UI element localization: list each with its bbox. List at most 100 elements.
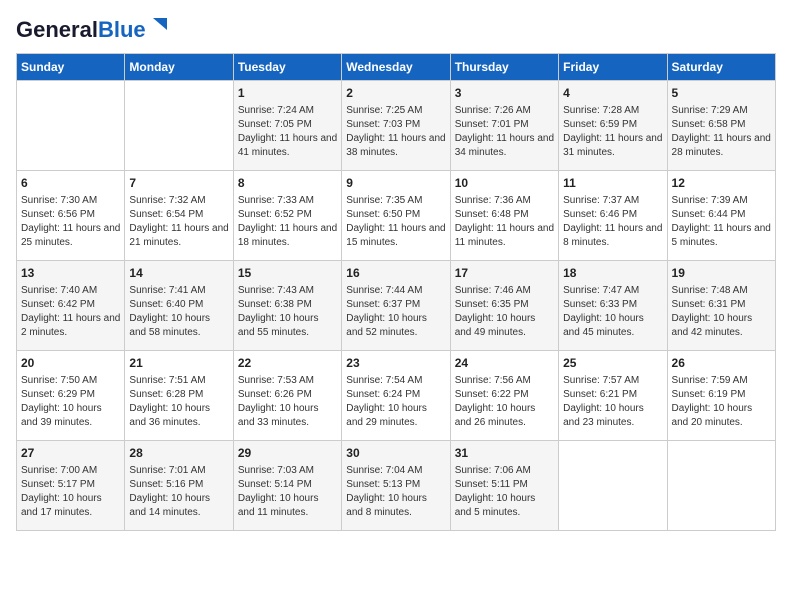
calendar-cell: 3Sunrise: 7:26 AM Sunset: 7:01 PM Daylig… [450, 81, 558, 171]
calendar-cell: 23 Sunrise: 7:54 AM Sunset: 6:24 PM Dayli… [342, 351, 450, 441]
cell-content: Sunrise: 7:00 AM Sunset: 5:17 PM Dayligh… [21, 464, 120, 520]
calendar-week-1: 1 Sunrise: 7:24 AM Sunset: 7:05 PM Daylig… [17, 81, 776, 171]
calendar-cell: 26Sunrise: 7:59 AM Sunset: 6:19 PM Dayli… [667, 351, 775, 441]
calendar-cell: 21Sunrise: 7:51 AM Sunset: 6:28 PM Dayli… [125, 351, 233, 441]
cell-content: Sunrise: 7:24 AM Sunset: 7:05 PM Dayligh… [238, 104, 337, 160]
cell-content: Sunrise: 7:46 AM Sunset: 6:35 PM Dayligh… [455, 284, 554, 340]
cell-content: Sunrise: 7:25 AM Sunset: 7:03 PM Dayligh… [346, 104, 445, 160]
day-number: 27 [21, 445, 120, 462]
calendar-cell: 19 Sunrise: 7:48 AM Sunset: 6:31 PM Dayli… [667, 261, 775, 351]
calendar-cell: 6 Sunrise: 7:30 AM Sunset: 6:56 PM Daylig… [17, 171, 125, 261]
calendar-cell: 17 Sunrise: 7:46 AM Sunset: 6:35 PM Dayli… [450, 261, 558, 351]
calendar-cell: 4Sunrise: 7:28 AM Sunset: 6:59 PM Daylig… [559, 81, 667, 171]
calendar-cell: 18 Sunrise: 7:47 AM Sunset: 6:33 PM Dayli… [559, 261, 667, 351]
cell-content: Sunrise: 7:44 AM Sunset: 6:37 PM Dayligh… [346, 284, 445, 340]
cell-content: Sunrise: 7:40 AM Sunset: 6:42 PM Dayligh… [21, 284, 120, 340]
weekday-header-saturday: Saturday [667, 54, 775, 81]
logo-general: General [16, 17, 98, 42]
day-number: 5 [672, 85, 771, 102]
day-number: 31 [455, 445, 554, 462]
cell-content: Sunrise: 7:37 AM Sunset: 6:46 PM Dayligh… [563, 194, 662, 250]
calendar-cell: 7 Sunrise: 7:32 AM Sunset: 6:54 PM Daylig… [125, 171, 233, 261]
calendar-cell: 2 Sunrise: 7:25 AM Sunset: 7:03 PM Daylig… [342, 81, 450, 171]
day-number: 8 [238, 175, 337, 192]
cell-content: Sunrise: 7:32 AM Sunset: 6:54 PM Dayligh… [129, 194, 228, 250]
calendar-cell [667, 441, 775, 531]
weekday-header-thursday: Thursday [450, 54, 558, 81]
day-number: 13 [21, 265, 120, 282]
day-number: 17 [455, 265, 554, 282]
day-number: 6 [21, 175, 120, 192]
weekday-header-row: SundayMondayTuesdayWednesdayThursdayFrid… [17, 54, 776, 81]
calendar-cell: 8 Sunrise: 7:33 AM Sunset: 6:52 PM Daylig… [233, 171, 341, 261]
calendar-table: SundayMondayTuesdayWednesdayThursdayFrid… [16, 53, 776, 531]
day-number: 22 [238, 355, 337, 372]
weekday-header-friday: Friday [559, 54, 667, 81]
calendar-cell: 12Sunrise: 7:39 AM Sunset: 6:44 PM Dayli… [667, 171, 775, 261]
calendar-week-2: 6 Sunrise: 7:30 AM Sunset: 6:56 PM Daylig… [17, 171, 776, 261]
logo-blue: Blue [98, 17, 146, 42]
day-number: 1 [238, 85, 337, 102]
calendar-cell [17, 81, 125, 171]
day-number: 9 [346, 175, 445, 192]
day-number: 24 [455, 355, 554, 372]
cell-content: Sunrise: 7:30 AM Sunset: 6:56 PM Dayligh… [21, 194, 120, 250]
weekday-header-tuesday: Tuesday [233, 54, 341, 81]
calendar-cell: 16 Sunrise: 7:44 AM Sunset: 6:37 PM Dayli… [342, 261, 450, 351]
cell-content: Sunrise: 7:03 AM Sunset: 5:14 PM Dayligh… [238, 464, 337, 520]
calendar-cell: 20 Sunrise: 7:50 AM Sunset: 6:29 PM Dayli… [17, 351, 125, 441]
day-number: 7 [129, 175, 228, 192]
calendar-cell: 31 Sunrise: 7:06 AM Sunset: 5:11 PM Dayli… [450, 441, 558, 531]
cell-content: Sunrise: 7:48 AM Sunset: 6:31 PM Dayligh… [672, 284, 771, 340]
cell-content: Sunrise: 7:06 AM Sunset: 5:11 PM Dayligh… [455, 464, 554, 520]
cell-content: Sunrise: 7:36 AM Sunset: 6:48 PM Dayligh… [455, 194, 554, 250]
calendar-cell: 9 Sunrise: 7:35 AM Sunset: 6:50 PM Daylig… [342, 171, 450, 261]
day-number: 18 [563, 265, 662, 282]
calendar-cell: 5 Sunrise: 7:29 AM Sunset: 6:58 PM Daylig… [667, 81, 775, 171]
cell-content: Sunrise: 7:56 AM Sunset: 6:22 PM Dayligh… [455, 374, 554, 430]
cell-content: Sunrise: 7:43 AM Sunset: 6:38 PM Dayligh… [238, 284, 337, 340]
cell-content: Sunrise: 7:01 AM Sunset: 5:16 PM Dayligh… [129, 464, 228, 520]
day-number: 29 [238, 445, 337, 462]
calendar-cell: 25 Sunrise: 7:57 AM Sunset: 6:21 PM Dayli… [559, 351, 667, 441]
weekday-header-sunday: Sunday [17, 54, 125, 81]
day-number: 19 [672, 265, 771, 282]
calendar-cell: 22Sunrise: 7:53 AM Sunset: 6:26 PM Dayli… [233, 351, 341, 441]
logo-text: GeneralBlue [16, 19, 146, 41]
cell-content: Sunrise: 7:54 AM Sunset: 6:24 PM Dayligh… [346, 374, 445, 430]
calendar-cell: 27 Sunrise: 7:00 AM Sunset: 5:17 PM Dayli… [17, 441, 125, 531]
calendar-cell [125, 81, 233, 171]
weekday-header-wednesday: Wednesday [342, 54, 450, 81]
calendar-cell: 14Sunrise: 7:41 AM Sunset: 6:40 PM Dayli… [125, 261, 233, 351]
day-number: 2 [346, 85, 445, 102]
calendar-cell: 29 Sunrise: 7:03 AM Sunset: 5:14 PM Dayli… [233, 441, 341, 531]
cell-content: Sunrise: 7:41 AM Sunset: 6:40 PM Dayligh… [129, 284, 228, 340]
weekday-header-monday: Monday [125, 54, 233, 81]
cell-content: Sunrise: 7:50 AM Sunset: 6:29 PM Dayligh… [21, 374, 120, 430]
cell-content: Sunrise: 7:04 AM Sunset: 5:13 PM Dayligh… [346, 464, 445, 520]
calendar-week-5: 27 Sunrise: 7:00 AM Sunset: 5:17 PM Dayli… [17, 441, 776, 531]
day-number: 10 [455, 175, 554, 192]
day-number: 16 [346, 265, 445, 282]
day-number: 26 [672, 355, 771, 372]
day-number: 12 [672, 175, 771, 192]
logo-icon [149, 16, 167, 34]
day-number: 20 [21, 355, 120, 372]
cell-content: Sunrise: 7:57 AM Sunset: 6:21 PM Dayligh… [563, 374, 662, 430]
cell-content: Sunrise: 7:33 AM Sunset: 6:52 PM Dayligh… [238, 194, 337, 250]
cell-content: Sunrise: 7:35 AM Sunset: 6:50 PM Dayligh… [346, 194, 445, 250]
page-header: GeneralBlue [16, 16, 776, 41]
calendar-cell [559, 441, 667, 531]
day-number: 30 [346, 445, 445, 462]
cell-content: Sunrise: 7:26 AM Sunset: 7:01 PM Dayligh… [455, 104, 554, 160]
day-number: 11 [563, 175, 662, 192]
cell-content: Sunrise: 7:29 AM Sunset: 6:58 PM Dayligh… [672, 104, 771, 160]
calendar-week-3: 13 Sunrise: 7:40 AM Sunset: 6:42 PM Dayli… [17, 261, 776, 351]
cell-content: Sunrise: 7:47 AM Sunset: 6:33 PM Dayligh… [563, 284, 662, 340]
calendar-cell: 15Sunrise: 7:43 AM Sunset: 6:38 PM Dayli… [233, 261, 341, 351]
calendar-cell: 24 Sunrise: 7:56 AM Sunset: 6:22 PM Dayli… [450, 351, 558, 441]
day-number: 21 [129, 355, 228, 372]
day-number: 23 [346, 355, 445, 372]
calendar-cell: 10 Sunrise: 7:36 AM Sunset: 6:48 PM Dayli… [450, 171, 558, 261]
day-number: 25 [563, 355, 662, 372]
